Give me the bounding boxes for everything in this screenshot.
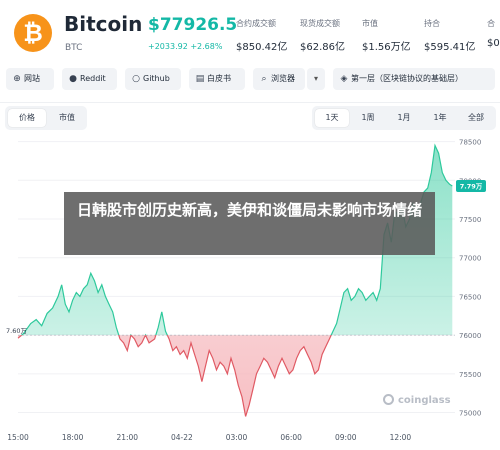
coin-name: Bitcoin <box>64 12 143 36</box>
x-tick-label: 18:00 <box>62 433 84 442</box>
coin-symbol: BTC <box>65 43 83 53</box>
link-label: 浏览器 <box>271 74 295 83</box>
y-tick-label: 76500 <box>459 293 481 301</box>
stat-value: $1.56万亿 <box>362 42 411 53</box>
current-price-label: 7.79万 <box>460 183 483 191</box>
stat-value: $62.86亿 <box>300 42 345 53</box>
y-tick-label: 78500 <box>459 139 481 147</box>
github-icon: ○ <box>132 74 140 84</box>
chevron-down-icon: ▾ <box>313 74 318 83</box>
globe-icon: ⊕ <box>13 74 21 84</box>
coinglass-logo-icon <box>383 394 394 405</box>
area-above-baseline <box>18 145 453 336</box>
tab-market-cap[interactable]: 市值 <box>48 109 86 127</box>
tab-range-1d[interactable]: 1天 <box>315 109 349 127</box>
stat-label: 市值 <box>362 19 378 28</box>
stat-market-cap: 市值 $1.56万亿 <box>362 18 411 53</box>
stat-value: $595.41亿 <box>424 42 476 53</box>
y-tick-label: 76000 <box>459 332 481 340</box>
layers-icon: ◈ <box>340 74 348 84</box>
explorer-icon: ⌕ <box>261 74 267 84</box>
explorer-link[interactable]: ⌕ 浏览器 <box>253 68 305 90</box>
github-link[interactable]: ○ Github <box>125 68 181 90</box>
stat-value: $0 <box>487 38 500 49</box>
explorer-dropdown-button[interactable]: ▾ <box>307 68 325 90</box>
stat-futures-volume: 合约成交额 $850.42亿 <box>236 18 287 53</box>
price-change: +2033.92 +2.68% <box>148 42 223 51</box>
link-label: 白皮书 <box>207 74 231 83</box>
y-tick-label: 75500 <box>459 371 481 379</box>
watermark-text: coinglass <box>398 395 451 406</box>
y-tick-label: 77000 <box>459 255 481 263</box>
tab-range-1m[interactable]: 1月 <box>387 109 421 127</box>
stat-label: 持合 <box>424 19 440 28</box>
x-tick-label: 06:00 <box>280 433 302 442</box>
stat-label: 合约成交额 <box>236 19 276 28</box>
reddit-link[interactable]: ● Reddit <box>62 68 117 90</box>
x-tick-label: 09:00 <box>335 433 357 442</box>
coin-header: ₿ Bitcoin BTC $77926.5 +2033.92 +2.68% 合… <box>0 0 500 62</box>
stat-label: 合 <box>487 19 495 28</box>
stat-value: $850.42亿 <box>236 42 288 53</box>
bitcoin-logo-icon: ₿ <box>14 14 52 52</box>
news-headline: 日韩股市创历史新高，美伊和谈僵局未影响市场情绪 <box>76 201 422 219</box>
news-overlay: 日韩股市创历史新高，美伊和谈僵局未影响市场情绪 <box>64 192 435 255</box>
link-label: Reddit <box>80 74 106 83</box>
x-tick-label: 15:00 <box>7 433 29 442</box>
category-tag[interactable]: ◈ 第一层（区块链协议的基础层） <box>333 68 495 90</box>
coinglass-watermark: coinglass <box>383 394 451 406</box>
y-tick-label: 75000 <box>459 410 481 418</box>
tab-range-1y[interactable]: 1年 <box>423 109 457 127</box>
stat-partial: 合 $0 <box>487 18 500 49</box>
link-bar: ⊕ 网站 ● Reddit ○ Github ▤ 白皮书 ⌕ 浏览器 ▾ ◈ 第一层（区块链… <box>0 68 500 92</box>
link-label: Github <box>143 74 170 83</box>
link-label: 第一层（区块链协议的基础层） <box>351 74 463 83</box>
range-tabs: 1天 1周 1月 1年 全部 <box>312 106 496 130</box>
tab-range-all[interactable]: 全部 <box>459 109 493 127</box>
whitepaper-link[interactable]: ▤ 白皮书 <box>189 68 245 90</box>
reddit-icon: ● <box>69 74 77 84</box>
website-link[interactable]: ⊕ 网站 <box>6 68 54 90</box>
tab-price[interactable]: 价格 <box>8 109 46 127</box>
x-tick-label: 12:00 <box>390 433 412 442</box>
x-tick-label: 03:00 <box>226 433 248 442</box>
stat-label: 现货成交额 <box>300 19 340 28</box>
x-tick-label: 04-22 <box>171 433 193 442</box>
y-tick-label: 77500 <box>459 216 481 224</box>
metric-tabs: 价格 市值 <box>5 106 87 130</box>
coin-price: $77926.5 <box>148 15 238 35</box>
document-icon: ▤ <box>195 74 205 84</box>
baseline-label: 7.60万 <box>6 327 27 335</box>
stat-open-interest: 持合 $595.41亿 <box>424 18 475 53</box>
stat-spot-volume: 现货成交额 $62.86亿 <box>300 18 345 53</box>
x-tick-label: 21:00 <box>116 433 138 442</box>
tab-range-1w[interactable]: 1周 <box>351 109 385 127</box>
link-label: 网站 <box>24 74 40 83</box>
